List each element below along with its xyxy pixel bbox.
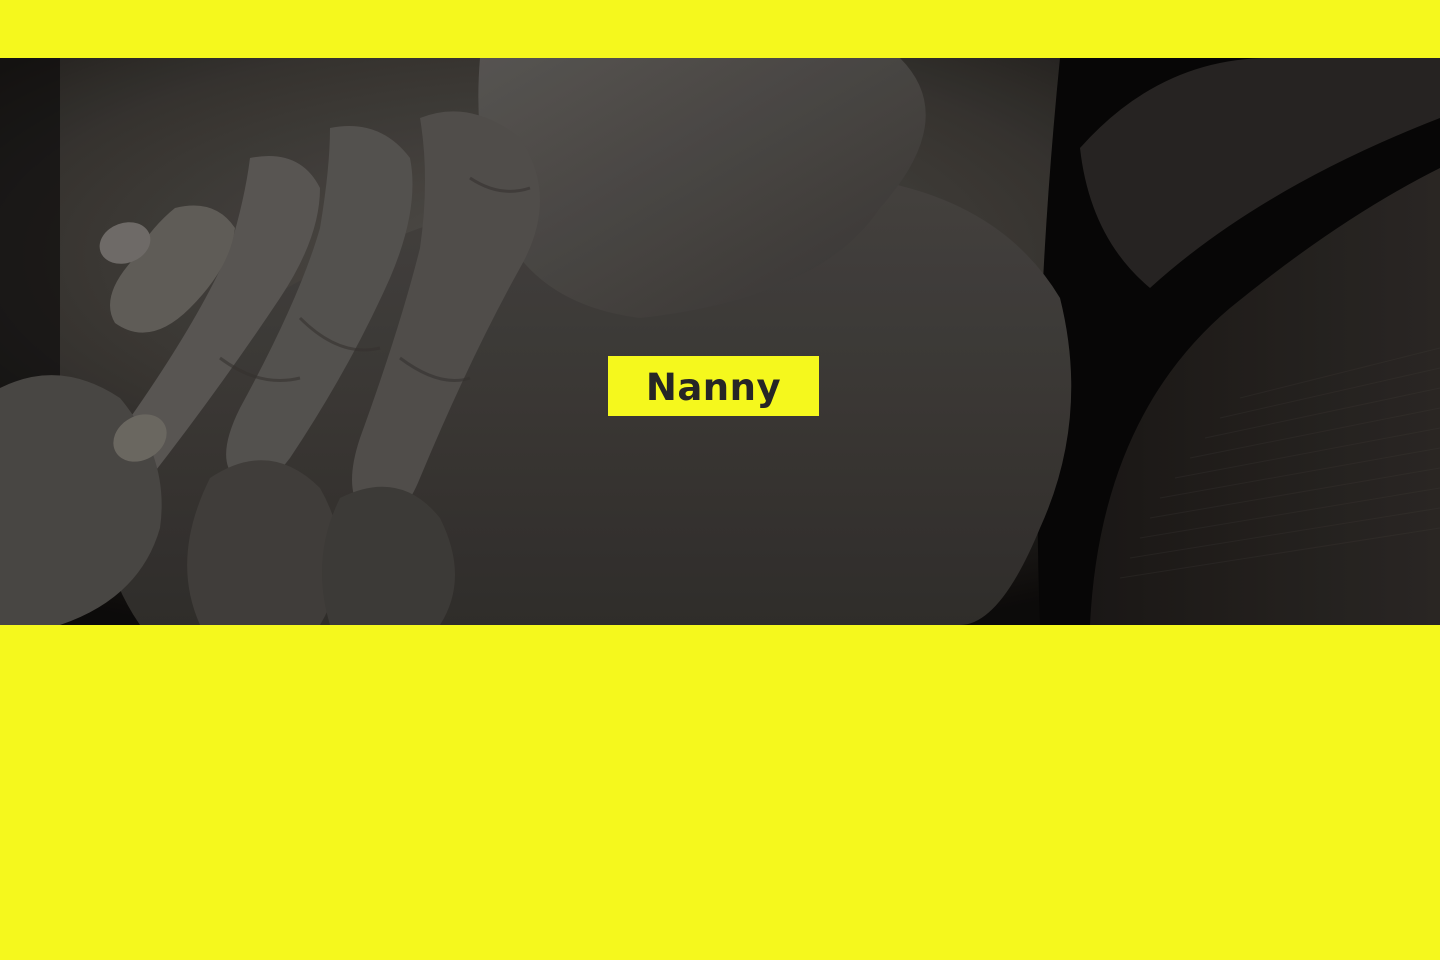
hero-title-text: Nanny [645, 365, 782, 409]
top-accent-band [0, 0, 1440, 58]
hero-photo [0, 58, 1440, 625]
hero-section: Nanny [0, 58, 1440, 625]
page: Nanny [0, 0, 1440, 960]
bottom-accent-section [0, 625, 1440, 960]
hero-title-badge[interactable]: Nanny [608, 356, 819, 416]
